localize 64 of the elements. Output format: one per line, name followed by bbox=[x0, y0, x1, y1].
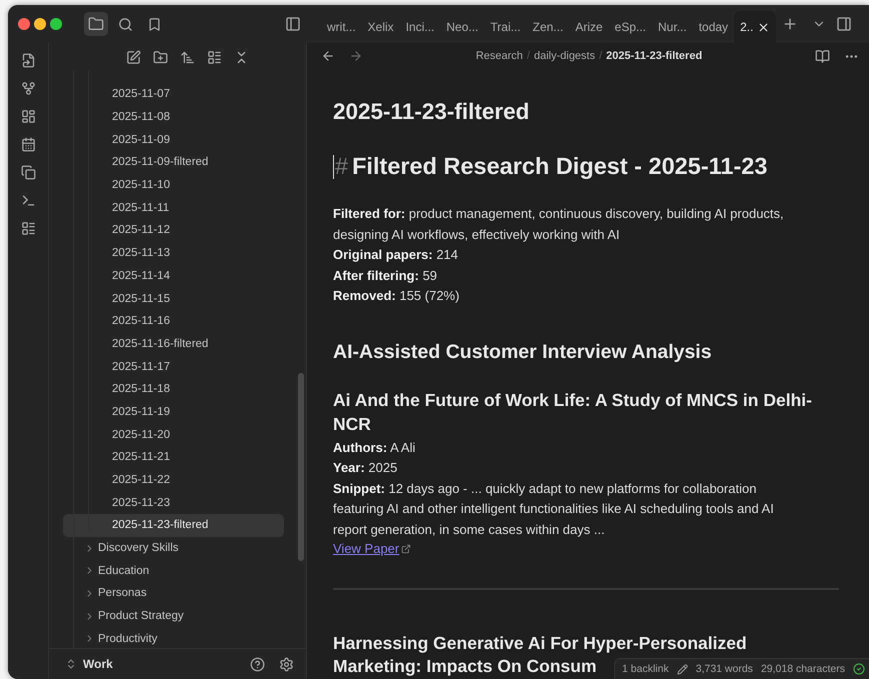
file-item[interactable]: 2025-11-10 bbox=[63, 174, 284, 196]
heading: Ai And the Future of Work Life: A Study of MNCS in Delhi-NCR bbox=[333, 388, 813, 436]
breadcrumb-separator: / bbox=[599, 50, 602, 62]
tab[interactable]: Zen... bbox=[526, 11, 570, 43]
file-item[interactable]: 2025-11-15 bbox=[63, 287, 284, 310]
text-line: Authors: A Ali bbox=[333, 438, 416, 456]
folder-name: Productivity bbox=[98, 632, 158, 645]
view-paper-link[interactable]: View Paper bbox=[333, 541, 412, 556]
text-line: Year: 2025 bbox=[333, 459, 398, 477]
file-item[interactable]: 2025-11-09 bbox=[63, 128, 284, 152]
file-item[interactable]: 2025-11-19 bbox=[63, 400, 284, 424]
file-item[interactable]: 2025-11-17 bbox=[63, 355, 284, 378]
breadcrumb-item[interactable]: daily-digests bbox=[534, 50, 596, 62]
tab[interactable]: Neo... bbox=[440, 11, 484, 43]
tab[interactable]: writ... bbox=[321, 11, 362, 43]
text-line: Snippet: 12 days ago - ... quickly adapt to new platforms for collaboration featuring AI and other intelligent functionalities like AI scheduling tools and AI report generation, in some cases within days ... bbox=[333, 480, 775, 539]
folder-item[interactable]: Education bbox=[84, 559, 306, 582]
breadcrumb-item[interactable]: 2025-11-23-filtered bbox=[606, 50, 702, 62]
breadcrumb-item[interactable]: Research bbox=[476, 50, 523, 62]
breadcrumb-separator: / bbox=[526, 50, 530, 62]
file-item[interactable]: 2025-11-09-filtered bbox=[63, 151, 284, 174]
word-count: 3,731 words bbox=[696, 663, 753, 675]
text-line: After filtering: 59 bbox=[333, 266, 438, 285]
text-line: Filtered for: product management, continuous discovery, building AI products, designing AI workflows, effectively working with AI bbox=[333, 205, 785, 244]
file-item[interactable]: 2025-11-16 bbox=[63, 310, 284, 333]
file-item[interactable]: 2025-11-08 bbox=[63, 106, 284, 128]
folder-item[interactable]: Discovery Skills bbox=[84, 536, 306, 560]
file-item[interactable]: 2025-11-11 bbox=[63, 196, 284, 220]
folder-name: Product Strategy bbox=[98, 610, 184, 622]
folder-name: Discovery Skills bbox=[98, 542, 179, 554]
folder-item[interactable]: Personas bbox=[84, 582, 306, 605]
vault-name[interactable]: Work bbox=[83, 657, 240, 671]
file-item[interactable]: 2025-11-14 bbox=[63, 264, 284, 288]
file-item[interactable]: 2025-11-12 bbox=[63, 219, 284, 242]
file-item[interactable]: 2025-11-16-filtered bbox=[63, 332, 284, 356]
heading: # Filtered Research Digest - 2025-11-23 bbox=[333, 153, 768, 180]
file-item[interactable]: 2025-11-23 bbox=[63, 491, 284, 514]
tab[interactable]: Inci... bbox=[400, 11, 440, 43]
file-item[interactable]: 2025-11-20 bbox=[63, 423, 284, 446]
tab[interactable]: Nur... bbox=[652, 11, 693, 43]
tab[interactable]: Trai... bbox=[484, 11, 527, 43]
folder-item[interactable]: Product Strategy bbox=[84, 604, 306, 628]
folder-item[interactable]: Productivity bbox=[84, 628, 306, 648]
folder-name: Personas bbox=[98, 587, 147, 600]
tab[interactable]: today bbox=[692, 11, 734, 43]
text-line: Removed: 155 (72%) bbox=[333, 287, 460, 305]
file-item[interactable]: 2025-11-23-filtered bbox=[63, 514, 284, 537]
backlinks-count[interactable]: 1 backlink bbox=[622, 663, 669, 675]
character-count: 29,018 characters bbox=[760, 663, 845, 675]
file-item[interactable]: 2025-11-07 bbox=[63, 83, 284, 106]
file-item[interactable]: 2025-11-21 bbox=[63, 446, 284, 469]
heading: AI-Assisted Customer Interview Analysis bbox=[333, 340, 713, 364]
folder-name: Education bbox=[98, 564, 150, 577]
tab[interactable]: eSp... bbox=[608, 11, 652, 43]
heading-line: Marketing: Impacts On Consum bbox=[333, 655, 597, 678]
file-item[interactable]: 2025-11-13 bbox=[63, 242, 284, 264]
file-item[interactable]: 2025-11-22 bbox=[63, 468, 284, 492]
file-item[interactable]: 2025-11-18 bbox=[63, 378, 284, 401]
text-line: Original papers: 214 bbox=[333, 246, 460, 264]
heading-line: Harnessing Generative Ai For Hyper-Personalized bbox=[333, 632, 747, 655]
tab[interactable]: Xelix bbox=[362, 11, 400, 43]
tab[interactable]: 2.. bbox=[734, 11, 776, 43]
note-title: 2025-11-23-filtered bbox=[333, 99, 530, 125]
tab[interactable]: Arize bbox=[569, 11, 609, 43]
